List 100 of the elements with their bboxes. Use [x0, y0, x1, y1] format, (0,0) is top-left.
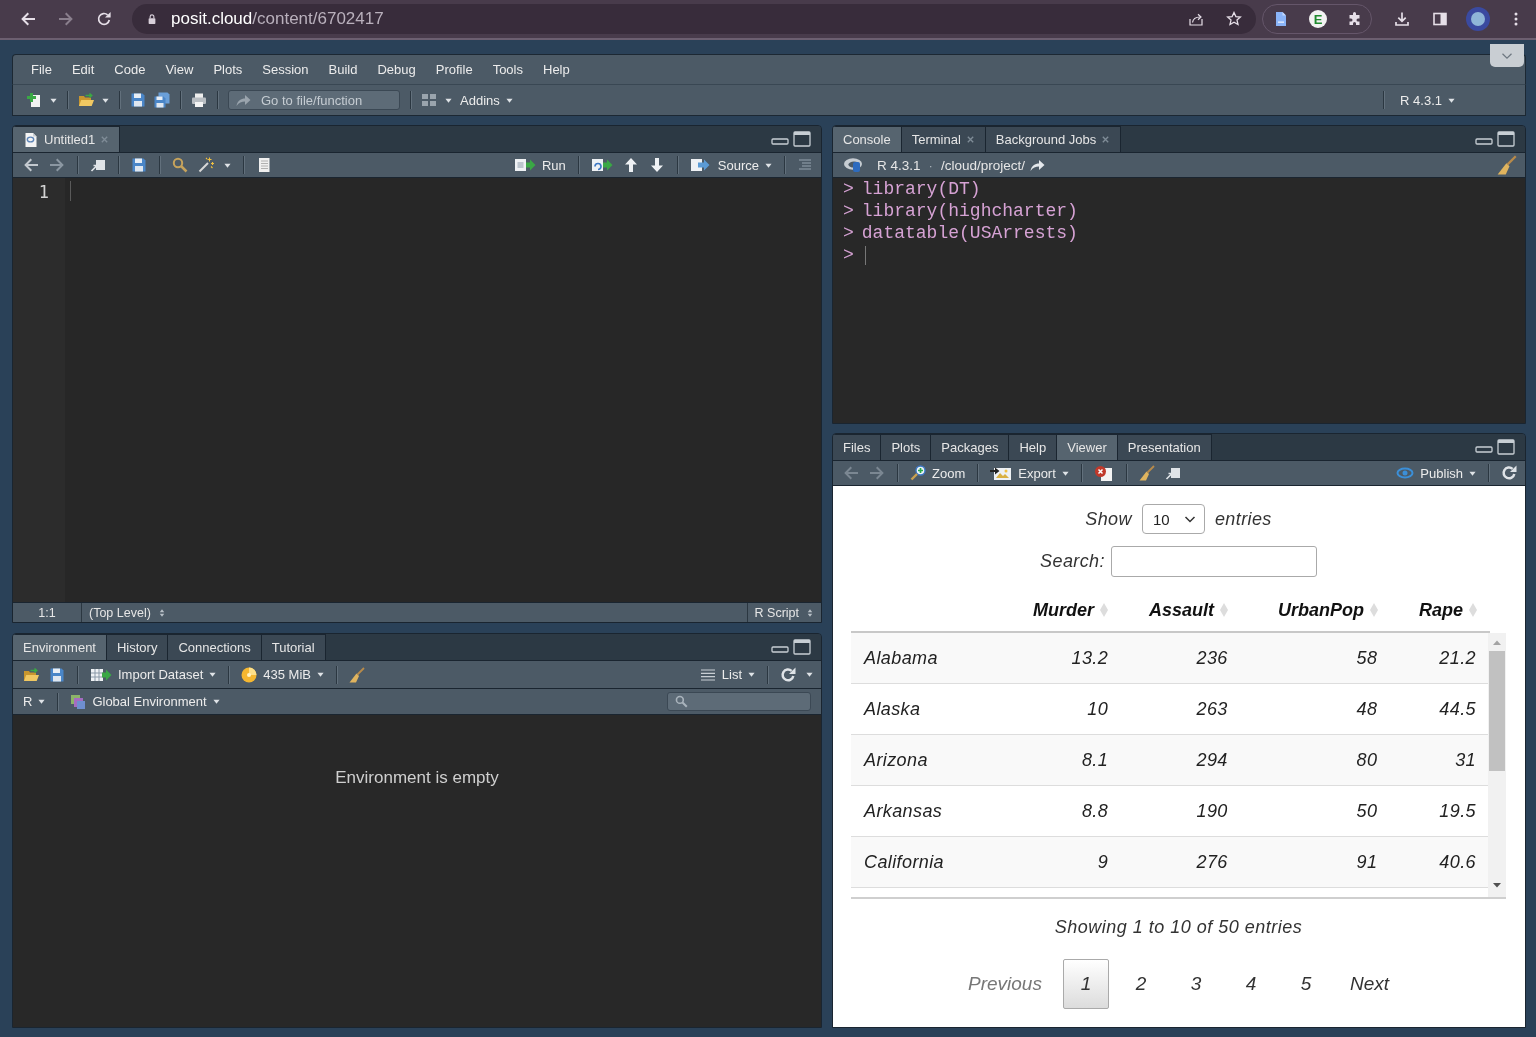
page-button[interactable]: 3 [1172, 959, 1219, 1009]
rerun-icon[interactable] [590, 157, 613, 173]
editor-tab[interactable]: Untitled1 [13, 126, 121, 152]
pane-tab[interactable]: Terminal [901, 126, 986, 152]
scrollbar[interactable] [1488, 633, 1506, 897]
r-version-button[interactable]: R 4.3.1 [1400, 92, 1455, 108]
column-header[interactable]: Rape [1391, 589, 1490, 631]
save-icon[interactable] [131, 157, 147, 173]
refresh-icon[interactable] [780, 666, 796, 683]
menu-item[interactable]: View [155, 57, 204, 82]
page-button[interactable]: 4 [1227, 959, 1274, 1009]
popout-icon[interactable] [1164, 465, 1181, 481]
export-button[interactable]: Export [990, 465, 1069, 481]
import-dataset-button[interactable]: Import Dataset [90, 666, 217, 683]
code-editor[interactable]: 1 [13, 178, 821, 602]
grid-icon[interactable] [421, 92, 437, 108]
view-mode-button[interactable]: List [699, 666, 755, 683]
zoom-button[interactable]: Zoom [910, 465, 966, 481]
file-type-selector[interactable]: R Script [746, 603, 821, 622]
menu-item[interactable]: Plots [203, 57, 253, 82]
search-field[interactable] [667, 692, 811, 711]
caret-icon[interactable] [50, 96, 57, 104]
address-bar[interactable]: posit.cloud/content/6702417 [132, 4, 1256, 34]
broom-icon[interactable] [1497, 155, 1517, 175]
puzzle-icon[interactable] [1347, 11, 1363, 27]
menu-item[interactable]: Session [252, 57, 319, 82]
caret-icon[interactable] [102, 96, 109, 104]
sidebar-icon[interactable] [1432, 11, 1448, 27]
magic-wand-icon[interactable] [198, 157, 214, 173]
share-icon[interactable] [1188, 11, 1204, 27]
save-icon[interactable] [49, 666, 65, 683]
pane-tab[interactable]: Packages [931, 434, 1010, 460]
close-icon[interactable] [1101, 135, 1111, 144]
extension-button[interactable]: E [1309, 10, 1327, 28]
new-file-icon[interactable] [26, 92, 42, 108]
next-button[interactable]: Next [1337, 959, 1401, 1009]
caret-icon[interactable] [806, 671, 813, 678]
pane-tab[interactable]: Console [833, 126, 902, 152]
curved-arrow-icon[interactable] [1028, 157, 1045, 173]
source-button[interactable]: Source [689, 157, 772, 173]
open-folder-icon[interactable] [78, 92, 94, 108]
broom-icon[interactable] [1138, 465, 1155, 481]
pane-tab[interactable]: Tutorial [261, 634, 326, 660]
reload-icon[interactable] [96, 11, 112, 27]
download-icon[interactable] [1394, 11, 1410, 27]
menu-item[interactable]: Tools [482, 57, 533, 82]
broom-icon[interactable] [348, 666, 365, 683]
pane-tab[interactable]: Presentation [1117, 434, 1212, 460]
page-button[interactable]: 1 [1062, 959, 1109, 1009]
pane-tab[interactable]: Viewer [1057, 434, 1118, 460]
column-header[interactable]: Assault [1121, 589, 1241, 631]
open-folder-icon[interactable] [23, 666, 39, 683]
language-button[interactable]: R [23, 694, 46, 709]
pane-tab[interactable]: Background Jobs [985, 126, 1122, 152]
collapse-button[interactable] [1490, 44, 1524, 67]
maximize-icon[interactable] [793, 639, 811, 655]
print-icon[interactable] [191, 92, 207, 108]
refresh-icon[interactable] [1501, 465, 1517, 481]
menu-item[interactable]: Profile [425, 57, 483, 82]
avatar-icon[interactable] [1466, 7, 1490, 31]
back-icon[interactable] [23, 157, 39, 173]
pane-tab[interactable]: Files [833, 434, 882, 460]
page-button[interactable]: 2 [1117, 959, 1164, 1009]
popout-icon[interactable] [90, 157, 106, 173]
menu-item[interactable]: File [21, 57, 62, 82]
pane-tab[interactable]: Help [1009, 434, 1058, 460]
caret-icon[interactable] [445, 96, 452, 104]
close-icon[interactable] [965, 135, 975, 144]
pane-tab[interactable]: Environment [13, 634, 107, 660]
console-output[interactable]: > library(DT) > library(highcharter) > datatable(USArrests) > [833, 178, 1525, 423]
page-button[interactable]: 5 [1282, 959, 1329, 1009]
menu-item[interactable]: Code [104, 57, 156, 82]
column-header[interactable]: UrbanPop [1241, 589, 1391, 631]
scope-selector[interactable]: (Top Level) [82, 603, 173, 622]
back-icon[interactable] [20, 11, 36, 27]
star-icon[interactable] [1226, 11, 1242, 27]
memory-usage-button[interactable]: 435 MiB [241, 666, 324, 683]
search-field[interactable] [1110, 546, 1317, 577]
pane-tab[interactable]: History [107, 634, 169, 660]
menu-item[interactable]: Edit [61, 57, 105, 82]
run-button[interactable]: Run [513, 157, 566, 173]
menu-item[interactable]: Help [533, 57, 580, 82]
page-length-select[interactable]: 10 [1141, 504, 1205, 534]
publish-button[interactable]: Publish [1396, 465, 1476, 481]
save-all-icon[interactable] [154, 92, 170, 108]
search-icon[interactable] [172, 157, 188, 173]
column-header[interactable]: Murder [1006, 589, 1121, 631]
save-icon[interactable] [130, 92, 146, 108]
maximize-icon[interactable] [1497, 131, 1515, 147]
goto-field[interactable]: Go to file/function [228, 90, 400, 110]
environment-button[interactable]: Global Environment [70, 693, 220, 710]
pane-tab[interactable]: Plots [881, 434, 932, 460]
menu-item[interactable]: Build [318, 57, 368, 82]
pane-tab[interactable]: Connections [168, 634, 262, 660]
maximize-icon[interactable] [1497, 439, 1515, 455]
document-icon[interactable] [1273, 11, 1289, 27]
page-delete-icon[interactable] [1093, 465, 1114, 481]
caret-icon[interactable] [224, 161, 231, 169]
menu-item[interactable]: Debug [367, 57, 426, 82]
notebook-icon[interactable] [256, 157, 272, 173]
